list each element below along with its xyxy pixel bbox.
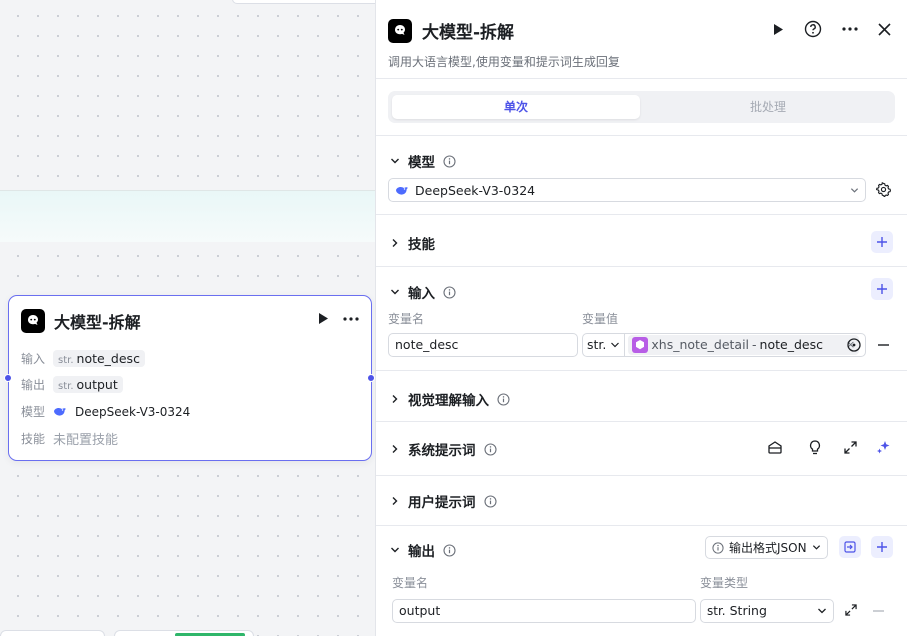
info-icon xyxy=(443,154,456,168)
run-mode-tabs: 单次 批处理 xyxy=(388,91,895,123)
info-icon xyxy=(483,494,497,508)
node-row-model: 模型 DeepSeek-V3-0324 xyxy=(21,404,191,420)
output-var-type-select[interactable]: str. String xyxy=(700,599,834,623)
type-select[interactable]: str. xyxy=(583,334,626,356)
node-input-port[interactable] xyxy=(4,374,12,382)
expand-icon[interactable] xyxy=(844,441,857,454)
chevron-down-icon xyxy=(391,289,399,295)
deepseek-icon xyxy=(53,406,67,417)
divider xyxy=(376,135,907,136)
canvas-group-band xyxy=(0,190,375,242)
model-select[interactable]: DeepSeek-V3-0324 xyxy=(388,178,866,202)
info-icon xyxy=(443,543,456,557)
node-row-skills: 技能 未配置技能 xyxy=(21,432,119,448)
more-icon[interactable] xyxy=(842,27,858,31)
output-var-name-field[interactable]: output xyxy=(392,599,696,623)
more-icon[interactable] xyxy=(343,316,359,321)
chevron-right-icon xyxy=(392,239,398,247)
output-format-select[interactable]: 输出格式JSON xyxy=(705,536,828,559)
node-row-input: 输入 str. note_desc xyxy=(21,350,145,367)
divider xyxy=(376,370,907,371)
llm-logo-icon xyxy=(388,18,412,43)
panel-description: 调用大语言模型,使用变量和提示词生成回复 xyxy=(388,55,620,69)
node-config-panel: 大模型-拆解 调用大语言模型,使用变量和提示词生成回复 单次 批处理 模型 De… xyxy=(375,0,907,636)
input-value-label: 变量值 xyxy=(582,312,619,326)
add-output-button[interactable] xyxy=(871,536,893,558)
divider xyxy=(376,78,907,79)
section-skills-header[interactable]: 技能 xyxy=(390,233,435,253)
expand-icon[interactable] xyxy=(845,604,857,616)
chevron-down-icon xyxy=(611,342,620,348)
help-icon[interactable] xyxy=(804,20,822,38)
deepseek-icon xyxy=(395,185,409,196)
chevron-down-icon xyxy=(850,186,859,195)
input-var-value-field[interactable]: str. xhs_note_detail - note_desc × xyxy=(582,333,866,357)
add-skill-button[interactable] xyxy=(871,231,893,253)
input-var-tag: str. note_desc xyxy=(53,350,145,367)
info-icon xyxy=(483,442,497,456)
canvas-node-partial[interactable] xyxy=(114,630,254,636)
close-icon[interactable] xyxy=(878,22,891,36)
section-system-prompt-header[interactable]: 系统提示词 xyxy=(390,439,497,459)
node-output-port[interactable] xyxy=(367,374,375,382)
section-vision-header[interactable]: 视觉理解输入 xyxy=(390,389,510,409)
divider xyxy=(376,475,907,476)
node-title: 大模型-拆解 xyxy=(54,313,141,332)
panel-title[interactable]: 大模型-拆解 xyxy=(422,18,514,43)
section-user-prompt-header[interactable]: 用户提示词 xyxy=(390,491,497,511)
plus-icon xyxy=(877,284,887,294)
input-var-name-field[interactable]: note_desc xyxy=(388,333,578,357)
llm-logo-icon xyxy=(21,309,45,333)
chevron-down-icon xyxy=(818,608,826,614)
canvas-node-partial[interactable] xyxy=(0,630,105,636)
tab-single[interactable]: 单次 xyxy=(392,95,640,119)
run-icon[interactable] xyxy=(772,23,784,36)
chevron-right-icon xyxy=(392,497,398,505)
variable-picker-icon[interactable] xyxy=(847,338,861,352)
llm-node-card[interactable]: 大模型-拆解 输入 str. note_desc 输出 str. output 模型… xyxy=(8,295,372,461)
plus-icon xyxy=(877,542,887,552)
divider xyxy=(376,214,907,215)
remove-input-icon[interactable] xyxy=(878,344,889,346)
output-type-label: 变量类型 xyxy=(700,576,749,590)
info-icon xyxy=(497,392,510,406)
divider xyxy=(376,525,907,526)
info-icon xyxy=(443,285,456,299)
plus-icon xyxy=(877,237,887,247)
chevron-down-icon xyxy=(812,545,820,550)
add-input-button[interactable] xyxy=(871,278,893,300)
section-input-header[interactable]: 输入 xyxy=(390,282,456,302)
chevron-right-icon xyxy=(392,445,398,453)
divider xyxy=(376,266,907,267)
run-icon[interactable] xyxy=(317,312,329,325)
section-model-header[interactable]: 模型 xyxy=(390,151,456,171)
node-ref-icon xyxy=(632,337,649,353)
chevron-right-icon xyxy=(392,395,398,403)
remove-output-icon[interactable] xyxy=(873,610,884,612)
gear-icon[interactable] xyxy=(876,182,891,197)
variable-ref-chip[interactable]: xhs_note_detail - note_desc × xyxy=(628,335,860,355)
section-output-header[interactable]: 输出 xyxy=(390,540,456,560)
output-var-tag: str. output xyxy=(53,376,123,393)
input-name-label: 变量名 xyxy=(388,312,425,326)
info-icon xyxy=(712,541,724,554)
import-icon xyxy=(844,541,856,553)
tab-batch[interactable]: 批处理 xyxy=(644,95,892,119)
prompt-library-icon[interactable] xyxy=(767,440,783,455)
output-name-label: 变量名 xyxy=(392,576,429,590)
import-output-button[interactable] xyxy=(839,536,861,558)
workflow-canvas[interactable]: 大模型-拆解 输入 str. note_desc 输出 str. output 模型… xyxy=(0,0,375,636)
lightbulb-icon[interactable] xyxy=(809,440,821,455)
chevron-down-icon xyxy=(391,547,399,553)
node-row-output: 输出 str. output xyxy=(21,376,123,393)
divider xyxy=(376,421,907,422)
chevron-down-icon xyxy=(391,158,399,164)
ai-sparkle-icon[interactable] xyxy=(876,440,891,455)
canvas-node-partial[interactable] xyxy=(232,0,375,4)
